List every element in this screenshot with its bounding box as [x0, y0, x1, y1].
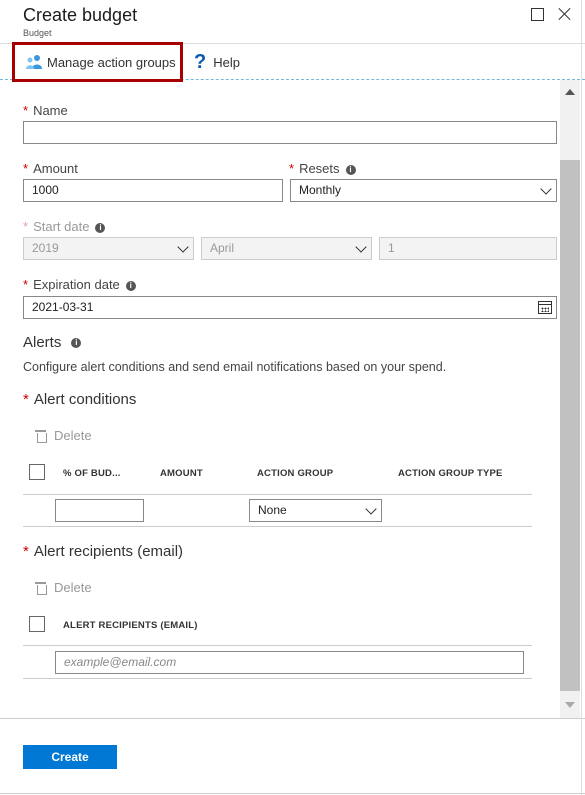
- name-input[interactable]: [23, 121, 557, 144]
- chevron-down-icon: [177, 241, 189, 253]
- action-group-select[interactable]: None: [249, 499, 382, 522]
- select-all-recipients-checkbox[interactable]: [29, 616, 45, 632]
- help-button[interactable]: ? Help: [194, 44, 240, 80]
- resets-select[interactable]: Monthly: [290, 179, 557, 202]
- calendar-icon[interactable]: [538, 301, 552, 314]
- amount-label: * Amount: [23, 161, 78, 176]
- scroll-up-arrow-icon[interactable]: [565, 89, 575, 95]
- bottom-divider: [0, 793, 585, 794]
- divider: [23, 678, 532, 679]
- help-icon: ?: [194, 50, 207, 73]
- people-icon: [26, 55, 42, 69]
- select-all-conditions-checkbox[interactable]: [29, 464, 45, 480]
- chevron-down-icon: [365, 503, 377, 515]
- alert-conditions-heading: * Alert conditions: [23, 391, 137, 408]
- close-icon[interactable]: [557, 6, 573, 22]
- expiration-date-input[interactable]: 2021-03-31: [23, 296, 557, 319]
- trash-icon: [35, 581, 47, 595]
- delete-label: Delete: [54, 428, 92, 443]
- scroll-thumb[interactable]: [560, 160, 580, 691]
- info-icon: i: [95, 222, 106, 233]
- delete-recipients-button[interactable]: Delete: [35, 580, 92, 595]
- column-header-action-group: ACTION GROUP: [257, 468, 334, 479]
- manage-action-groups-label: Manage action groups: [47, 54, 176, 70]
- vertical-scrollbar[interactable]: [560, 80, 580, 718]
- email-input[interactable]: example@email.com: [55, 651, 524, 674]
- name-label: * Name: [23, 103, 68, 118]
- blade-header: Create budget Budget: [0, 0, 585, 44]
- maximize-icon[interactable]: [529, 6, 545, 22]
- alert-recipients-heading: * Alert recipients (email): [23, 543, 184, 560]
- chevron-down-icon: [355, 241, 367, 253]
- column-header-amount: AMOUNT: [160, 468, 203, 479]
- info-icon: i: [345, 164, 356, 175]
- start-month-select[interactable]: April: [201, 237, 372, 260]
- help-label: Help: [213, 54, 240, 70]
- manage-action-groups-button[interactable]: Manage action groups: [12, 42, 183, 82]
- page-subtitle: Budget: [23, 28, 52, 38]
- start-day-input[interactable]: 1: [379, 237, 557, 260]
- amount-input[interactable]: 1000: [23, 179, 283, 202]
- delete-label: Delete: [54, 580, 92, 595]
- divider: [23, 494, 532, 495]
- trash-icon: [35, 429, 47, 443]
- delete-conditions-button[interactable]: Delete: [35, 428, 92, 443]
- divider: [23, 645, 532, 646]
- percent-input[interactable]: [55, 499, 144, 522]
- footer-divider: [0, 718, 585, 719]
- blade-border: [581, 0, 582, 795]
- chevron-down-icon: [540, 183, 552, 195]
- divider: [23, 526, 532, 527]
- resets-label: * Resets i: [289, 161, 356, 176]
- info-icon: i: [71, 338, 82, 349]
- alerts-heading: Alerts i: [23, 334, 82, 351]
- create-button[interactable]: Create: [23, 745, 117, 769]
- scroll-down-arrow-icon[interactable]: [565, 702, 575, 708]
- page-title: Create budget: [23, 5, 138, 25]
- alerts-description: Configure alert conditions and send emai…: [23, 360, 447, 374]
- column-header-percent: % OF BUD...: [63, 468, 121, 479]
- column-header-action-group-type: ACTION GROUP TYPE: [398, 468, 503, 479]
- expiration-date-label: * Expiration date i: [23, 277, 136, 292]
- info-icon: i: [125, 280, 136, 291]
- start-year-select[interactable]: 2019: [23, 237, 194, 260]
- start-date-label: * Start date i: [23, 219, 106, 234]
- command-bar: Manage action groups ? Help: [0, 42, 585, 82]
- column-header-recipients: ALERT RECIPIENTS (EMAIL): [63, 620, 198, 631]
